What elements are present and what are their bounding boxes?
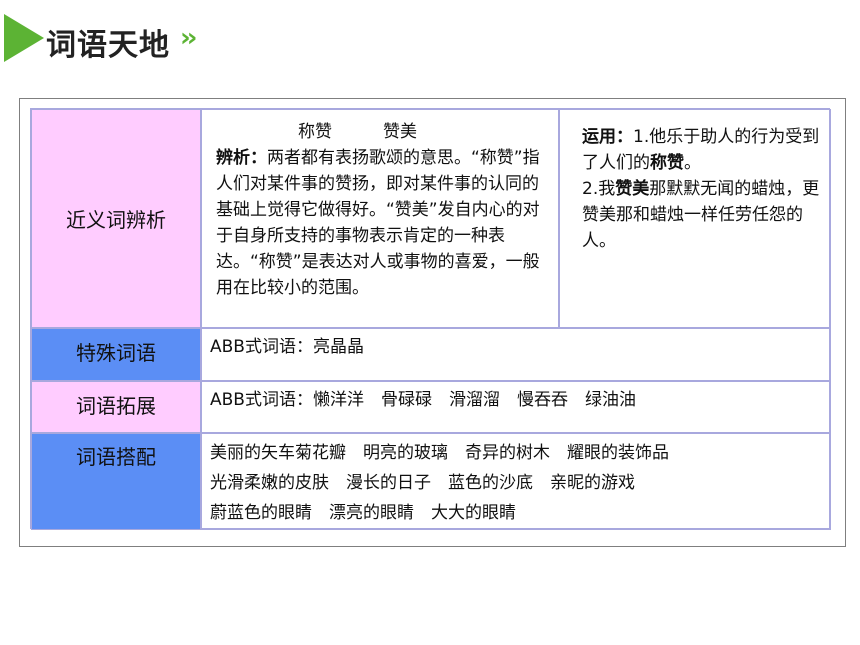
double-chevron-icon: ››	[180, 23, 198, 53]
row-label-word-extension: 词语拓展	[31, 381, 201, 433]
usage-sentence-1: 运用：1.他乐于助人的行为受到了人们的称赞。	[582, 124, 822, 176]
collocations-content: 美丽的矢车菊花瓣 明亮的玻璃 奇异的树木 耀眼的装饰品 光滑柔嫩的皮肤 漫长的日…	[201, 433, 831, 530]
collocation-line-2: 光滑柔嫩的皮肤 漫长的日子 蓝色的沙底 亲昵的游戏	[210, 473, 635, 493]
collocation-line-1: 美丽的矢车菊花瓣 明亮的玻璃 奇异的树木 耀眼的装饰品	[210, 443, 669, 463]
section-header: 词语天地 ››	[0, 0, 860, 70]
usage-keyword-chengzan: 称赞	[650, 153, 684, 173]
synonym-analysis-cell: 称赞 赞美 辨析：两者都有表扬歌颂的意思。“称赞”指人们对某件事的赞扬，即对某件…	[201, 109, 559, 328]
usage-prefix: 运用：	[582, 127, 633, 147]
row-label-special-words: 特殊词语	[31, 328, 201, 381]
usage-sentence-2: 2.我赞美那默默无闻的蜡烛，更赞美那和蜡烛一样任劳任怨的人。	[582, 176, 822, 254]
usage-keyword-zanmei: 赞美	[615, 179, 650, 199]
usage-sentence-2-start: 2.我	[582, 179, 616, 199]
play-triangle-icon	[4, 14, 44, 62]
row-label-collocations: 词语搭配	[31, 433, 201, 530]
usage-sentence-1-end: 。	[684, 153, 701, 173]
synonym-usage-cell: 运用：1.他乐于助人的行为受到了人们的称赞。 2.我赞美那默默无闻的蜡烛，更赞美…	[559, 109, 831, 328]
special-words-content: ABB式词语：亮晶晶	[201, 328, 831, 381]
analysis-prefix: 辨析：	[216, 148, 267, 168]
section-title: 词语天地	[46, 28, 170, 63]
synonym-analysis-text: 辨析：两者都有表扬歌颂的意思。“称赞”指人们对某件事的赞扬，即对某件事的认同的基…	[216, 145, 550, 301]
vocabulary-table: 近义词辨析 称赞 赞美 辨析：两者都有表扬歌颂的意思。“称赞”指人们对某件事的赞…	[30, 108, 831, 530]
analysis-body: 两者都有表扬歌颂的意思。“称赞”指人们对某件事的赞扬，即对某件事的认同的基础上觉…	[216, 148, 540, 298]
word-extension-content: ABB式词语：懒洋洋 骨碌碌 滑溜溜 慢吞吞 绿油油	[201, 381, 831, 433]
row-label-synonyms: 近义词辨析	[31, 109, 201, 328]
synonym-words: 称赞 赞美	[298, 122, 417, 142]
collocation-line-3: 蔚蓝色的眼睛 漂亮的眼睛 大大的眼睛	[210, 503, 516, 523]
